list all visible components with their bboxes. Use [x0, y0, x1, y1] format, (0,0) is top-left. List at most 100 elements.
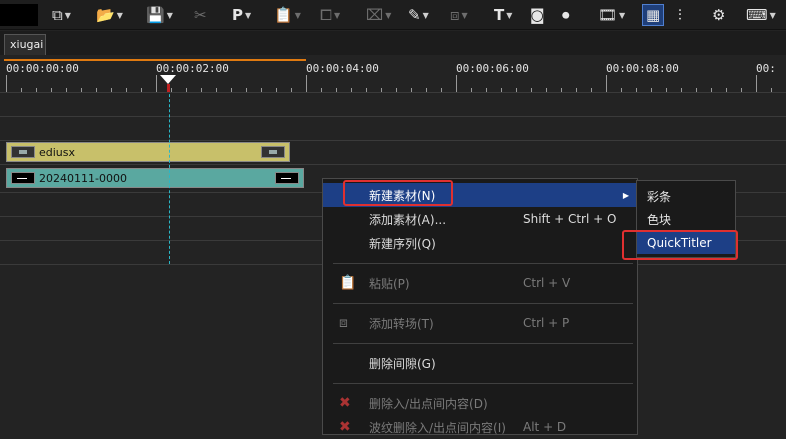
ruler-tick [756, 75, 757, 92]
main-toolbar: ⧉ ▼ 📂 ▼ 💾 ▼ ✂ P ▼ 📋 ▼ ⧠ ▼ ⌧ ▼ ✎ ▼ ⧈ ▼ T ▼ ◙ ⏺ 🎞 ▼ ▦… [0, 0, 786, 30]
track-divider [0, 164, 786, 165]
ruler-tick [321, 88, 322, 92]
ruler-tick [456, 75, 457, 92]
ruler-tick [171, 88, 172, 92]
ruler-tick [726, 88, 727, 92]
submenu-arrow-icon: ▶ [622, 190, 629, 200]
delete-icon: ✖ [339, 395, 351, 411]
menu-item-label: 删除入/出点间内容(D) [369, 396, 488, 411]
ruler-tick [96, 88, 97, 92]
folder-open-icon[interactable]: 📂 ▼ [96, 4, 123, 26]
clip-20240111-0000[interactable]: 20240111-0000 [6, 168, 304, 188]
ruler-tick [21, 88, 22, 92]
ruler-tick [651, 88, 652, 92]
menu-item-label: 波纹删除入/出点间内容(I) [369, 420, 506, 435]
clip-thumbnail [11, 146, 35, 158]
ruler-tick [246, 88, 247, 92]
menu-separator [333, 263, 633, 264]
track-layout-icon[interactable]: ⧉ ▼ [52, 4, 71, 26]
ruler-tick [126, 88, 127, 92]
ruler-tick [426, 88, 427, 92]
ruler-tick [81, 88, 82, 92]
menu-separator [333, 303, 633, 304]
clip-label: ediusx [39, 145, 76, 159]
menu-item-shortcut: Ctrl + P [523, 316, 570, 330]
ruler-tick [681, 88, 682, 92]
ruler-tick [546, 88, 547, 92]
menu-item-paste[interactable]: 📋 粘贴(P) Ctrl + V [323, 271, 637, 295]
ruler-tick [606, 75, 607, 92]
ruler-tick [156, 75, 157, 92]
ruler-tick [531, 88, 532, 92]
ruler-tick [66, 88, 67, 92]
keyboard-icon[interactable]: ⌨ ▼ [746, 4, 776, 26]
menu-item-label: 添加素材(A)... [369, 212, 447, 227]
in-out-range-bar [4, 59, 306, 61]
menu-item-shortcut: Shift + Ctrl + O [523, 212, 617, 226]
ruler-tick [666, 88, 667, 92]
submenu-item-color-matte[interactable]: 色块 [637, 208, 735, 230]
menu-item-delete-gap[interactable]: 删除间隙(G) [323, 351, 637, 375]
clip-thumbnail [275, 172, 299, 184]
clip-ediusx[interactable]: ediusx [6, 142, 290, 162]
camera-icon[interactable]: ◙ [530, 4, 545, 26]
menu-item-label: 新建序列(Q) [369, 236, 436, 251]
effects-icon[interactable]: ⚙ [712, 4, 725, 26]
ruler-tick [306, 75, 307, 92]
timeline-grid-icon[interactable]: ▦ [642, 4, 665, 26]
title-icon[interactable]: T ▼ [494, 4, 512, 26]
scissors-icon[interactable]: ✂ [194, 4, 207, 26]
timecode-label: 00:00:00:00 [6, 62, 79, 75]
transition-icon: ⧈ [339, 315, 348, 331]
toolbar-blank-area [0, 4, 38, 26]
menu-item-delete-in-out[interactable]: ✖ 删除入/出点间内容(D) [323, 391, 637, 415]
ruler-tick [561, 88, 562, 92]
ruler-tick [276, 88, 277, 92]
timecode-label: 00: [756, 62, 776, 75]
playhead-marker [167, 84, 170, 92]
annotation-highlight-box [343, 180, 453, 206]
sequence-tab-strip [0, 31, 786, 55]
ruler-tick [591, 88, 592, 92]
ruler-tick [771, 88, 772, 92]
clipboard-icon[interactable]: 📋 ▼ [274, 4, 301, 26]
tab-xiugai[interactable]: xiugai [4, 34, 46, 55]
ruler-tick [636, 88, 637, 92]
menu-item-add-clip[interactable]: 添加素材(A)... Shift + Ctrl + O [323, 207, 637, 231]
ruler-tick [6, 75, 7, 92]
menu-item-shortcut: Ctrl + V [523, 276, 571, 290]
ruler-tick [441, 88, 442, 92]
ruler-tick [36, 88, 37, 92]
track-divider [0, 116, 786, 117]
track-divider [0, 140, 786, 141]
timeline-context-menu: 新建素材(N) ▶ 添加素材(A)... Shift + Ctrl + O 新建… [322, 178, 638, 435]
ruler-tick [186, 88, 187, 92]
marker-icon[interactable]: ✎ ▼ [408, 4, 429, 26]
transition-icon[interactable]: ⧈ ▼ [450, 4, 468, 26]
annotation-highlight-box [622, 230, 738, 260]
ripple-delete-icon: ✖ [339, 419, 351, 435]
render-icon[interactable]: 🎞 ▼ [598, 4, 625, 26]
ruler-tick [411, 88, 412, 92]
menu-item-label: 粘贴(P) [369, 276, 410, 291]
delete-range-icon[interactable]: ⌧ ▼ [366, 4, 391, 26]
voiceover-icon[interactable]: ⏺ [562, 4, 570, 26]
ruler-tick [141, 88, 142, 92]
menu-item-ripple-delete-in-out[interactable]: ✖ 波纹删除入/出点间内容(I) Alt + D [323, 415, 637, 439]
menu-item-add-transition[interactable]: ⧈ 添加转场(T) Ctrl + P [323, 311, 637, 335]
menu-item-new-sequence[interactable]: 新建序列(Q) [323, 231, 637, 255]
timecode-label: 00:00:04:00 [306, 62, 379, 75]
save-icon[interactable]: 💾 ▼ [146, 4, 173, 26]
timecode-label: 00:00:06:00 [456, 62, 529, 75]
ruler-tick [621, 88, 622, 92]
ruler-tick [261, 88, 262, 92]
submenu-item-color-bars[interactable]: 彩条 [637, 185, 735, 207]
paste-icon[interactable]: P ▼ [232, 4, 251, 26]
menu-item-label: 添加转场(T) [369, 316, 434, 331]
copy-icon[interactable]: ⧠ ▼ [320, 4, 340, 26]
ruler-tick [486, 88, 487, 92]
playhead-handle[interactable] [160, 75, 176, 84]
ruler-tick [201, 88, 202, 92]
mixer-icon[interactable]: ⫶ [678, 4, 682, 26]
menu-separator [333, 383, 633, 384]
